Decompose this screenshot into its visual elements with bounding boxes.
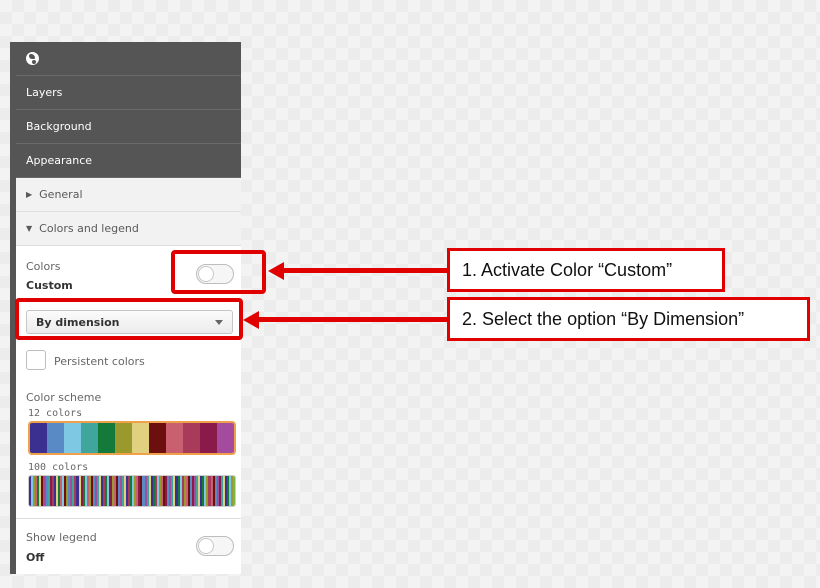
show-legend-label: Show legend bbox=[26, 531, 97, 544]
swatch-color bbox=[81, 423, 98, 453]
group-general-label: General bbox=[39, 188, 83, 201]
callout-step-2-text: 2. Select the option “By Dimension” bbox=[462, 308, 745, 329]
arrow-line-2 bbox=[258, 317, 448, 322]
swatch-color bbox=[149, 423, 166, 453]
swatch-color bbox=[98, 423, 115, 453]
swatch-color bbox=[183, 423, 200, 453]
swatch-color bbox=[217, 423, 234, 453]
color-scheme-label: Color scheme bbox=[26, 391, 102, 404]
section-appearance-label: Appearance bbox=[26, 154, 93, 167]
show-legend-toggle[interactable] bbox=[196, 536, 234, 556]
map-header bbox=[16, 42, 241, 76]
highlight-dropdown bbox=[15, 298, 243, 340]
highlight-colors-toggle bbox=[171, 250, 266, 294]
scheme-100-colors-swatch[interactable] bbox=[28, 475, 236, 507]
group-colors-and-legend[interactable]: ▼ Colors and legend bbox=[16, 212, 241, 246]
divider bbox=[16, 518, 241, 519]
swatch-color bbox=[132, 423, 149, 453]
section-layers[interactable]: Layers bbox=[16, 76, 241, 110]
colors-label: Colors bbox=[26, 260, 61, 273]
triangle-right-icon: ▶ bbox=[26, 190, 33, 199]
callout-step-1: 1. Activate Color “Custom” bbox=[447, 248, 725, 292]
arrow-line-1 bbox=[284, 268, 448, 273]
group-colors-label: Colors and legend bbox=[39, 222, 139, 235]
triangle-down-icon: ▼ bbox=[26, 224, 33, 233]
callout-step-2: 2. Select the option “By Dimension” bbox=[447, 297, 810, 341]
persistent-colors-checkbox[interactable] bbox=[26, 350, 46, 370]
swatch-color bbox=[30, 423, 47, 453]
swatch-color bbox=[233, 476, 235, 506]
swatch-color bbox=[166, 423, 183, 453]
arrow-head-1 bbox=[268, 262, 284, 280]
section-appearance[interactable]: Appearance bbox=[16, 144, 241, 178]
swatch-color bbox=[64, 423, 81, 453]
scheme-12-label: 12 colors bbox=[28, 408, 83, 419]
group-general[interactable]: ▶ General bbox=[16, 178, 241, 212]
show-legend-value: Off bbox=[26, 551, 45, 564]
swatch-color bbox=[115, 423, 132, 453]
section-layers-label: Layers bbox=[26, 86, 63, 99]
arrow-head-2 bbox=[243, 311, 259, 329]
section-background[interactable]: Background bbox=[16, 110, 241, 144]
colors-value: Custom bbox=[26, 279, 73, 292]
toggle-knob bbox=[198, 538, 214, 554]
section-background-label: Background bbox=[26, 120, 92, 133]
swatch-color bbox=[200, 423, 217, 453]
swatch-color bbox=[47, 423, 64, 453]
scheme-12-colors-swatch[interactable] bbox=[28, 421, 236, 455]
scheme-100-label: 100 colors bbox=[28, 462, 89, 473]
globe-icon bbox=[26, 52, 39, 65]
callout-step-1-text: 1. Activate Color “Custom” bbox=[462, 259, 673, 280]
persistent-colors-label: Persistent colors bbox=[54, 355, 145, 368]
